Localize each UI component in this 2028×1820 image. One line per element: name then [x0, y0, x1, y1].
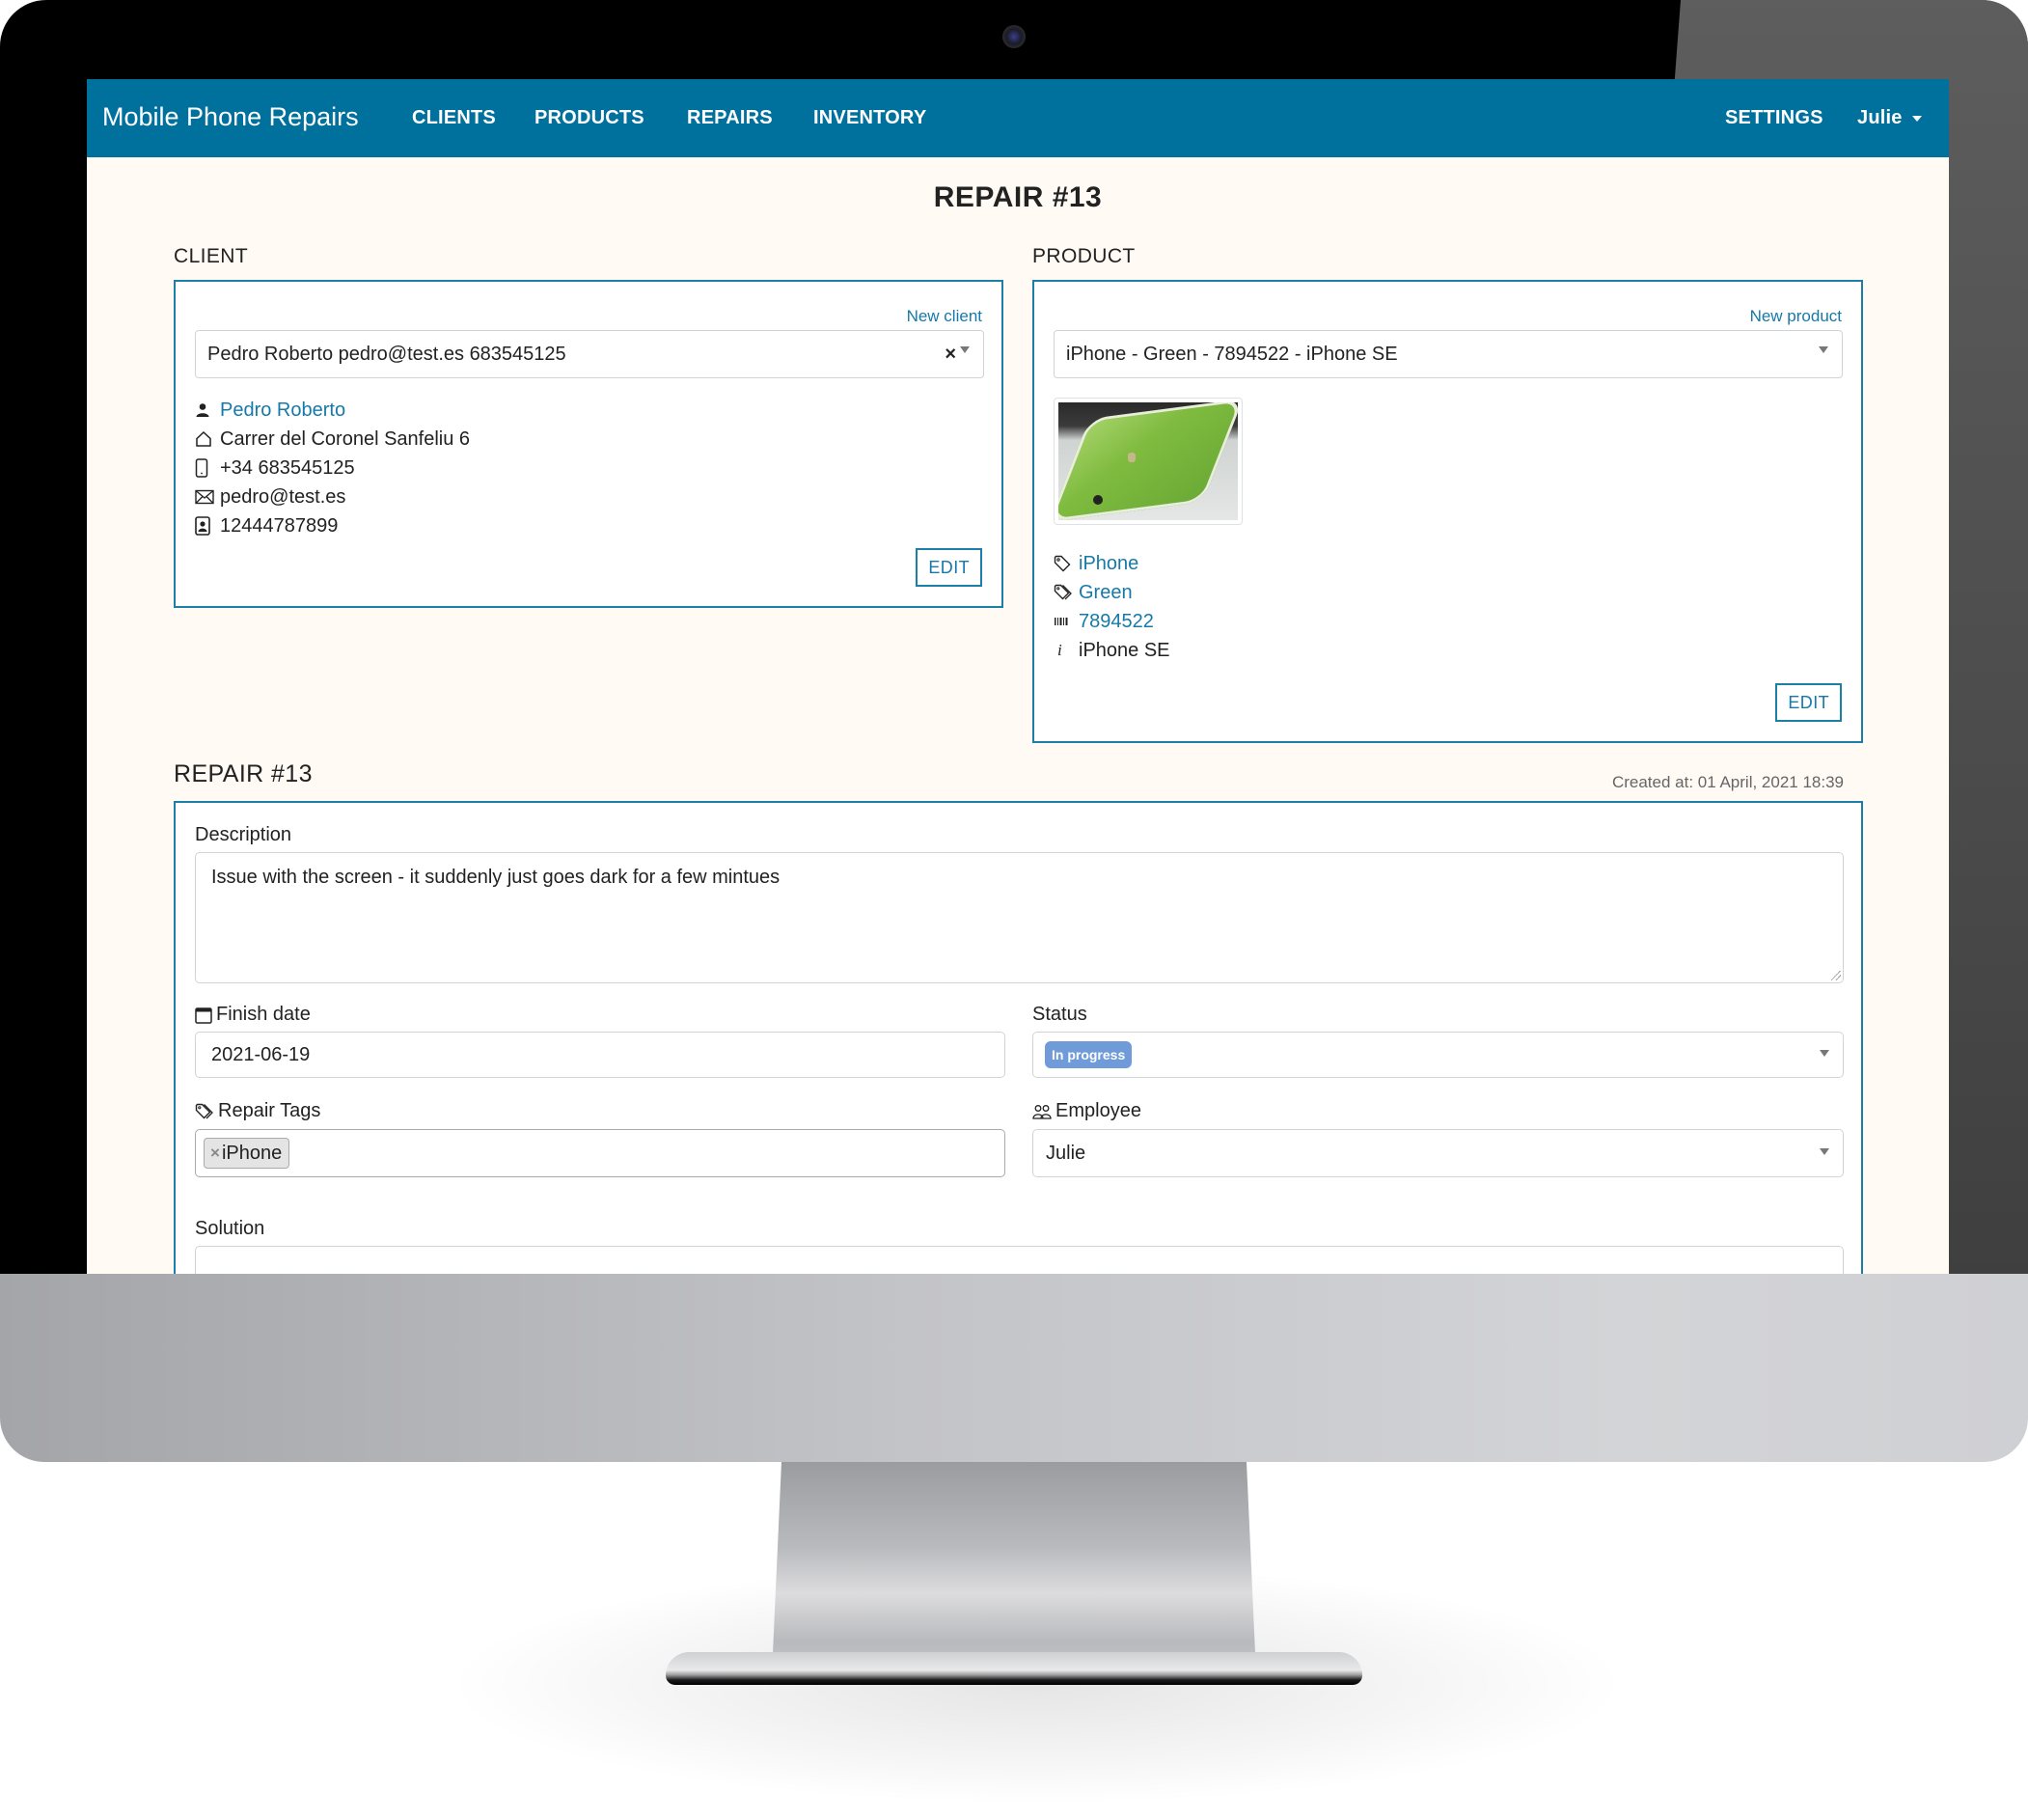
product-select[interactable]: iPhone - Green - 7894522 - iPhone SE [1054, 330, 1843, 378]
repair-card: Description Issue with the screen - it s… [174, 801, 1863, 1274]
client-id-row: 12444787899 [195, 511, 470, 540]
clear-selection-icon[interactable]: × [945, 331, 956, 377]
product-color-row: Green [1054, 578, 1170, 607]
barcode-icon [1054, 616, 1077, 627]
green-phone-image [1058, 402, 1238, 520]
client-name-link[interactable]: Pedro Roberto [220, 396, 345, 425]
created-at-timestamp: Created at: 01 April, 2021 18:39 [1611, 773, 1844, 791]
client-id-number: 12444787899 [220, 515, 339, 537]
product-model-row: i iPhone SE [1054, 636, 1170, 665]
client-name-row: Pedro Roberto [195, 396, 470, 425]
employee-value: Julie [1046, 1142, 1086, 1164]
edit-product-button[interactable]: EDIT [1775, 683, 1842, 722]
edit-client-button[interactable]: EDIT [916, 548, 982, 587]
client-card: New client Pedro Roberto pedro@test.es 6… [174, 280, 1003, 608]
tag-chip-label: iPhone [221, 1142, 283, 1164]
client-details: Pedro Roberto Carrer del Coronel Sanfeli… [195, 396, 470, 540]
dropdown-caret-icon[interactable] [1820, 1050, 1829, 1057]
nav-item-inventory[interactable]: INVENTORY [813, 107, 926, 129]
monitor-chin [0, 1274, 2028, 1462]
navbar: Mobile Phone Repairs CLIENTS PRODUCTS RE… [87, 79, 1949, 157]
house-icon [195, 430, 218, 448]
status-select[interactable]: In progress [1032, 1032, 1844, 1078]
monitor-stand-base [666, 1652, 1362, 1685]
remove-tag-icon[interactable]: × [210, 1144, 220, 1163]
brand-link[interactable]: Mobile Phone Repairs [102, 102, 359, 132]
finish-date-label-text: Finish date [216, 1004, 311, 1025]
nav-item-clients[interactable]: CLIENTS [412, 107, 496, 129]
product-brand-link[interactable]: iPhone [1079, 549, 1138, 578]
product-select-value: iPhone - Green - 7894522 - iPhone SE [1066, 344, 1398, 365]
solution-label: Solution [195, 1218, 264, 1240]
client-address-row: Carrer del Coronel Sanfeliu 6 [195, 425, 470, 454]
tag-chip: × iPhone [204, 1138, 290, 1169]
person-icon [195, 402, 218, 418]
finish-date-input[interactable]: 2021-06-19 [195, 1032, 1005, 1078]
calendar-icon [195, 1007, 212, 1024]
client-phone: +34 683545125 [220, 457, 355, 479]
repair-tags-input[interactable]: × iPhone [195, 1129, 1005, 1177]
camera-lens-icon [1093, 495, 1103, 505]
product-image-thumbnail[interactable] [1054, 398, 1243, 525]
employee-label: Employee [1032, 1100, 1141, 1122]
solution-label-text: Solution [195, 1218, 265, 1239]
id-badge-icon [195, 516, 218, 536]
product-card: New product iPhone - Green - 7894522 - i… [1032, 280, 1863, 743]
product-serial-link[interactable]: 7894522 [1079, 607, 1154, 636]
status-label-text: Status [1032, 1004, 1087, 1025]
employee-select[interactable]: Julie [1032, 1129, 1844, 1177]
dropdown-caret-icon[interactable] [1819, 346, 1828, 353]
nav-item-settings[interactable]: SETTINGS [1725, 107, 1823, 129]
page-title: REPAIR #13 [933, 181, 1103, 213]
status-badge: In progress [1045, 1041, 1133, 1068]
info-icon: i [1057, 641, 1062, 659]
client-email-row: pedro@test.es [195, 483, 470, 511]
new-client-link[interactable]: New client [907, 307, 982, 326]
monitor-stand [772, 1462, 1256, 1674]
description-textarea[interactable]: Issue with the screen - it suddenly just… [195, 852, 1844, 983]
user-menu-dropdown[interactable]: Julie [1857, 107, 1922, 129]
client-email: pedro@test.es [220, 486, 346, 508]
caret-down-icon [1911, 115, 1922, 122]
product-photo [1058, 402, 1238, 520]
dropdown-caret-icon[interactable] [1820, 1148, 1829, 1155]
solution-textarea[interactable] [195, 1246, 1844, 1274]
description-value: Issue with the screen - it suddenly just… [211, 867, 781, 888]
client-phone-row: +34 683545125 [195, 454, 470, 483]
description-label-text: Description [195, 824, 292, 845]
product-serial-row: 7894522 [1054, 607, 1170, 636]
product-section-label: PRODUCT [1032, 245, 1136, 267]
product-color-link[interactable]: Green [1079, 578, 1133, 607]
product-brand-row: iPhone [1054, 549, 1170, 578]
client-section-label: CLIENT [174, 245, 249, 267]
envelope-icon [195, 489, 218, 505]
nav-item-products[interactable]: PRODUCTS [534, 107, 644, 129]
people-icon [1032, 1104, 1052, 1119]
client-select[interactable]: Pedro Roberto pedro@test.es 683545125 × [195, 330, 984, 378]
resize-handle-icon[interactable] [1831, 971, 1841, 980]
apple-logo-icon [1128, 453, 1136, 462]
tag-icon [1054, 555, 1077, 572]
status-label: Status [1032, 1004, 1087, 1026]
product-model: iPhone SE [1079, 640, 1170, 661]
finish-date-label: Finish date [195, 1004, 311, 1026]
screen: Mobile Phone Repairs CLIENTS PRODUCTS RE… [87, 79, 1949, 1274]
employee-label-text: Employee [1055, 1100, 1141, 1121]
new-product-link[interactable]: New product [1750, 307, 1842, 326]
client-address: Carrer del Coronel Sanfeliu 6 [220, 428, 471, 450]
phone-icon [195, 458, 218, 478]
webcam-icon [1002, 25, 1026, 48]
dropdown-caret-icon[interactable] [960, 346, 970, 353]
repair-section-label: REPAIR #13 [174, 760, 313, 787]
client-select-value: Pedro Roberto pedro@test.es 683545125 [207, 344, 566, 365]
repair-tags-label-text: Repair Tags [218, 1100, 321, 1121]
user-menu-label: Julie [1857, 107, 1903, 128]
finish-date-value: 2021-06-19 [211, 1043, 311, 1065]
repair-tags-label: Repair Tags [195, 1100, 320, 1122]
tags-icon [1054, 584, 1077, 601]
tags-icon [195, 1103, 214, 1120]
product-details: iPhone Green 7894522 i iPhone SE [1054, 549, 1170, 665]
description-label: Description [195, 824, 291, 846]
nav-item-repairs[interactable]: REPAIRS [687, 107, 773, 129]
